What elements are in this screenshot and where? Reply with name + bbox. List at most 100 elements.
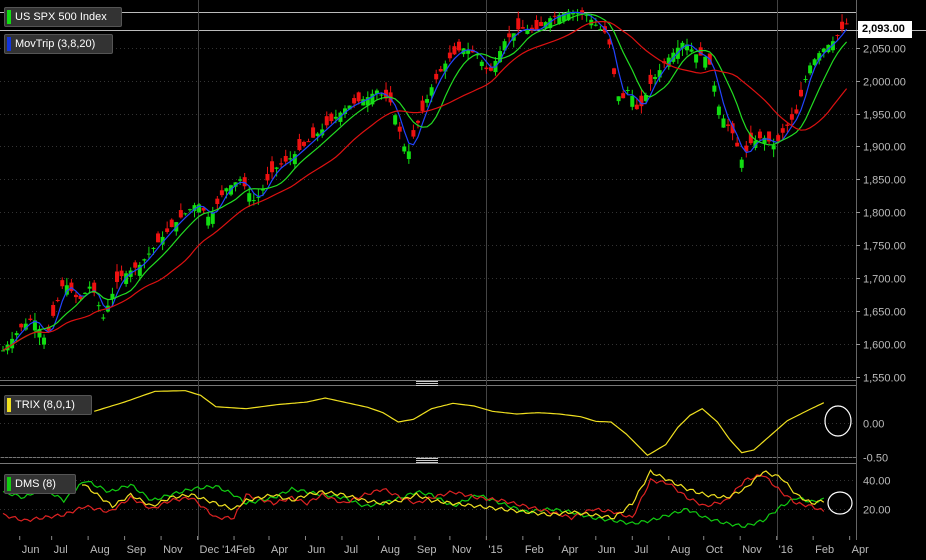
candle-body [803,79,808,81]
candle-body [434,73,439,80]
trix-highlight-circle [824,405,852,437]
x-tick-label: Aug [671,544,691,556]
candle-body [324,116,329,126]
candle-body [151,247,156,249]
candle-body [634,104,639,110]
candle-body [42,337,47,345]
candle-body [156,233,161,243]
candle-body [689,49,694,52]
y-tick-label: 1,600.00 [863,340,906,352]
candle-body [297,139,302,151]
candle-body [598,29,603,31]
candle-body [507,33,512,38]
candle-body [333,116,338,119]
dms-legend[interactable]: DMS (8) [4,474,76,494]
candle-body [115,271,119,282]
movtrip-legend[interactable]: MovTrip (3,8,20) [4,34,113,54]
candle-body [224,188,229,192]
candle-body [397,126,402,132]
candle-body [552,15,557,17]
candle-body [835,35,840,37]
dms-tick-label: 40.00 [863,476,891,488]
value-axis: 2,050.00 2,000.00 1,950.00 1,900.00 1,850.00… [856,44,906,517]
candle-body [311,127,316,138]
trix-legend-label: TRIX (8,0,1) [15,399,75,411]
candle-body [393,115,398,125]
candle-body [306,141,311,143]
x-tick-label: Jul [344,544,358,556]
candle-body [726,124,731,126]
x-tick-label: Nov [452,544,472,556]
candle-body [520,27,525,29]
y-tick-label: 1,750.00 [863,241,906,253]
candle-body [575,13,580,15]
y-tick-label: 1,950.00 [863,110,906,122]
candle-body [279,163,284,165]
time-axis: Jun Jul Aug Sep Nov Dec '14 Feb Apr Jun Jul Aug Sep… [19,536,869,556]
candle-body [119,270,124,277]
dms-panel [2,469,825,529]
trix-tick-label: -0.50 [863,453,888,465]
candle-body [215,198,220,205]
candle-body [242,177,247,187]
ma-slow-line [2,21,848,351]
candle-body [206,216,211,226]
x-tick-label: '16 [779,544,793,556]
candle-body [780,128,785,133]
x-tick-label: '15 [488,544,502,556]
candle-body [808,65,813,74]
dms-legend-label: DMS (8) [15,478,56,490]
candle-body [771,145,776,150]
candle-body [251,200,256,202]
highlight-circles [824,405,853,515]
candle-body [757,131,762,139]
candle-body [525,29,530,34]
candle-body [178,210,183,218]
candle-body [406,151,411,160]
candle-body [612,68,617,75]
dms-legend-swatch [7,477,11,491]
candle-body [146,253,151,255]
trix-panel [94,390,825,457]
candle-body [379,94,384,96]
x-tick-label: Sep [417,544,437,556]
candle-body [799,89,803,97]
y-tick-label: 1,900.00 [863,142,906,154]
candle-body [616,96,621,102]
candle-body [452,46,457,55]
candle-body [466,50,471,54]
y-tick-label: 2,050.00 [863,44,906,56]
dms-highlight-circle [827,491,853,515]
candle-body [639,95,644,107]
candle-body [402,146,407,152]
candle-body [169,219,174,228]
x-tick-label: Jul [634,544,648,556]
candle-body [420,100,425,111]
candle-body [197,204,202,213]
y-tick-label: 1,800.00 [863,208,906,220]
x-tick-label: Apr [852,544,869,556]
y-tick-label: 1,700.00 [863,274,906,286]
ma-fast-line [2,11,848,351]
chart-canvas: 2,050.00 2,000.00 1,950.00 1,900.00 1,850.00… [0,0,926,556]
panel-resize-handle-dms[interactable] [416,457,438,465]
candle-body [438,68,443,72]
x-tick-label: Jun [22,544,40,556]
price-legend[interactable]: US SPX 500 Index [4,7,122,27]
x-tick-label: Feb [236,544,255,556]
y-tick-label: 1,850.00 [863,175,906,187]
trix-legend[interactable]: TRIX (8,0,1) [4,395,92,415]
x-tick-label: Sep [127,544,147,556]
candle-body [187,209,192,211]
candle-body [415,120,420,123]
candle-body [411,130,416,137]
candle-body [51,304,56,316]
candle-body [274,167,279,169]
candle-body [14,333,19,336]
x-tick-label: Jul [54,544,68,556]
panel-resize-handle-trix[interactable] [416,380,438,388]
x-tick-label: Apr [561,544,578,556]
candle-body [447,52,452,59]
candle-body [352,98,357,104]
y-tick-label: 2,000.00 [863,77,906,89]
